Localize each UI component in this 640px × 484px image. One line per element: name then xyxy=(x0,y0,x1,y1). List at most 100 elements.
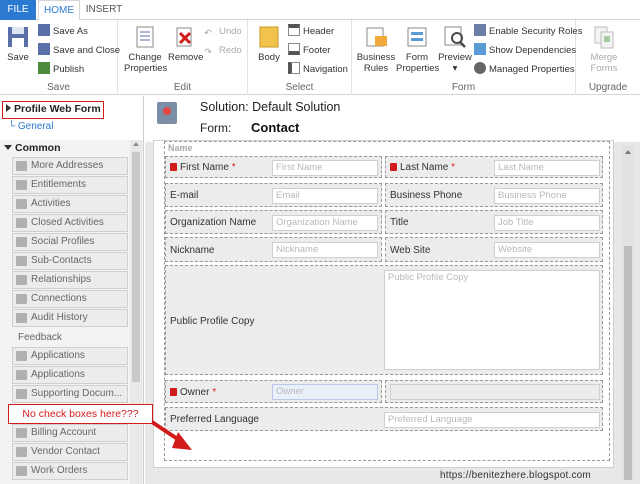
nav-item-sub-contacts[interactable]: Sub-Contacts xyxy=(12,252,128,270)
owner-lookup-input[interactable]: Owner xyxy=(272,384,378,400)
business-phone-input[interactable]: Business Phone xyxy=(494,188,600,204)
navigation-icon xyxy=(288,62,300,74)
preferred-language-input[interactable]: Preferred Language xyxy=(384,412,600,428)
preview-button[interactable]: Preview ▾ xyxy=(438,24,472,74)
nav-section-feedback[interactable]: Feedback xyxy=(18,332,62,343)
tab-insert[interactable]: INSERT xyxy=(84,0,124,20)
nav-item-audit-history[interactable]: Audit History xyxy=(12,309,128,327)
save-as-button[interactable]: Save As xyxy=(38,24,88,40)
field-business-phone[interactable]: Business Phone Business Phone xyxy=(385,183,603,207)
header-button[interactable]: Header xyxy=(288,24,334,40)
undo-label: Undo xyxy=(219,26,242,37)
nav-item-social-profiles[interactable]: Social Profiles xyxy=(12,233,128,251)
first-name-input[interactable]: First Name xyxy=(272,160,378,176)
website-input[interactable]: Website xyxy=(494,242,600,258)
change-properties-button[interactable]: Change Properties xyxy=(124,24,167,74)
nav-item-connections[interactable]: Connections xyxy=(12,290,128,308)
remove-icon xyxy=(176,27,192,47)
business-rules-label-1: Business xyxy=(356,52,396,63)
merge-forms-button[interactable]: Merge Forms xyxy=(582,24,626,74)
nav-item-activities[interactable]: Activities xyxy=(12,195,128,213)
nav-item-more-addresses[interactable]: More Addresses xyxy=(12,157,128,175)
undo-button[interactable]: ↶ Undo xyxy=(204,24,242,40)
field-label: First Name * xyxy=(170,162,236,173)
nav-item-label: Work Orders xyxy=(31,465,88,476)
nav-item-entitlements[interactable]: Entitlements xyxy=(12,176,128,194)
chevron-down-icon: ▾ xyxy=(452,63,458,74)
field-public-profile-copy[interactable]: Public Profile Copy Public Profile Copy xyxy=(165,265,603,375)
nav-item-label: Connections xyxy=(31,293,87,304)
nav-item-closed-activities[interactable]: Closed Activities xyxy=(12,214,128,232)
nav-item-applications[interactable]: Applications xyxy=(12,347,128,365)
lock-icon xyxy=(170,388,177,396)
managed-properties-button[interactable]: Managed Properties xyxy=(474,62,575,78)
empty-field-slot[interactable] xyxy=(390,384,600,400)
group-label-form: Form xyxy=(451,82,476,93)
field-title[interactable]: Title Job Title xyxy=(385,210,603,234)
redo-icon: ↷ xyxy=(204,47,212,58)
vendor-contact-icon xyxy=(16,447,27,457)
navigation-label: Navigation xyxy=(303,64,348,75)
nav-form-title-label: Profile Web Form xyxy=(14,103,101,115)
applications-icon xyxy=(16,351,27,361)
show-dependencies-button[interactable]: Show Dependencies xyxy=(474,43,576,59)
annotation-arrow-icon xyxy=(150,420,192,450)
main-scrollbar[interactable] xyxy=(622,146,634,480)
nav-form-title[interactable]: Profile Web Form xyxy=(2,101,104,119)
ribbon-group-upgrade: Merge Forms Upgrade xyxy=(576,20,640,95)
save-button[interactable]: Save xyxy=(4,24,32,63)
enable-security-roles-button[interactable]: Enable Security Roles xyxy=(474,24,582,40)
field-email[interactable]: E-mail Email xyxy=(165,183,382,207)
field-last-name[interactable]: Last Name * Last Name xyxy=(385,156,603,178)
navigation-button[interactable]: Navigation xyxy=(288,62,348,78)
scroll-up-arrow-icon[interactable] xyxy=(625,150,631,154)
field-website[interactable]: Web Site Website xyxy=(385,237,603,262)
show-dependencies-label: Show Dependencies xyxy=(489,45,577,56)
nav-item-work-orders[interactable]: Work Orders xyxy=(12,462,128,480)
field-nickname[interactable]: Nickname Nickname xyxy=(165,237,382,262)
last-name-input[interactable]: Last Name xyxy=(494,160,600,176)
field-preferred-language[interactable]: Preferred Language Preferred Language xyxy=(165,407,603,431)
nav-scrollbar[interactable] xyxy=(130,140,142,484)
security-roles-icon xyxy=(474,24,486,36)
title-input[interactable]: Job Title xyxy=(494,215,600,231)
public-profile-copy-input[interactable]: Public Profile Copy xyxy=(384,270,600,370)
redo-label: Redo xyxy=(219,45,242,56)
nav-item-label: Vendor Contact xyxy=(31,446,100,457)
main-scrollbar-thumb[interactable] xyxy=(624,246,632,480)
nav-item-billing-account[interactable]: Billing Account xyxy=(12,424,128,442)
publish-button[interactable]: Publish xyxy=(38,62,84,78)
field-empty-spacer[interactable] xyxy=(385,380,603,403)
body-button[interactable]: Body xyxy=(254,24,284,63)
footer-button[interactable]: Footer xyxy=(288,43,330,59)
field-organization-name[interactable]: Organization Name Organization Name xyxy=(165,210,382,234)
form-properties-icon xyxy=(407,27,427,47)
email-input[interactable]: Email xyxy=(272,188,378,204)
business-rules-button[interactable]: Business Rules xyxy=(356,24,396,74)
save-and-close-button[interactable]: Save and Close xyxy=(38,43,120,59)
organization-name-label: Organization Name xyxy=(170,217,257,228)
nav-scrollbar-thumb[interactable] xyxy=(132,152,140,382)
nav-item-vendor-contact[interactable]: Vendor Contact xyxy=(12,443,128,461)
nav-general-link[interactable]: └ General xyxy=(8,121,53,132)
redo-button[interactable]: ↷ Redo xyxy=(204,43,242,59)
nav-item-label: Sub-Contacts xyxy=(31,255,92,266)
group-label-upgrade: Upgrade xyxy=(588,82,628,93)
field-first-name[interactable]: First Name * First Name xyxy=(165,156,382,178)
remove-button[interactable]: Remove xyxy=(168,24,203,63)
form-properties-button[interactable]: Form Properties xyxy=(396,24,439,74)
nav-item-relationships[interactable]: Relationships xyxy=(12,271,128,289)
field-owner[interactable]: Owner * Owner xyxy=(165,380,382,403)
nav-item-applications-2[interactable]: Applications xyxy=(12,366,128,384)
left-navigation: Profile Web Form └ General Common More A… xyxy=(0,96,144,484)
nav-item-label: More Addresses xyxy=(31,160,104,171)
nav-item-supporting-documents[interactable]: Supporting Docum... xyxy=(12,385,128,403)
nickname-input[interactable]: Nickname xyxy=(272,242,378,258)
organization-name-input[interactable]: Organization Name xyxy=(272,215,378,231)
tab-home[interactable]: HOME xyxy=(38,0,80,21)
publish-icon xyxy=(38,62,50,74)
tab-file[interactable]: FILE xyxy=(0,0,36,20)
enable-security-roles-label: Enable Security Roles xyxy=(489,26,583,37)
nav-section-common[interactable]: Common xyxy=(2,142,130,156)
scroll-up-arrow-icon[interactable] xyxy=(133,142,139,146)
